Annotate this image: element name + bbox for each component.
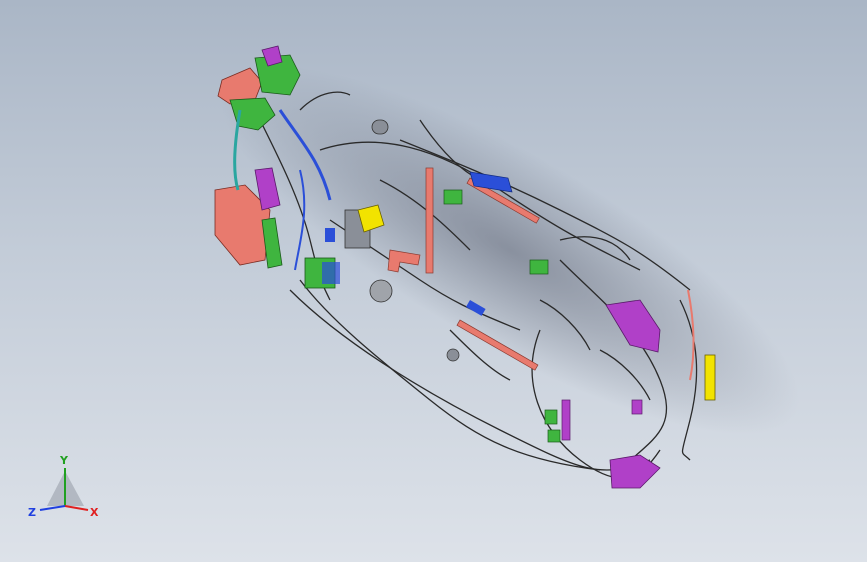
triad-z-axis [39,505,66,511]
orientation-triad: Y X Z [28,454,99,519]
triad-x-axis [64,505,89,511]
triad-z-label: Z [28,506,36,519]
triad-y-label: Y [59,454,69,467]
cad-3d-viewport[interactable]: Y X Z [0,0,867,562]
triad-x-label: X [90,506,99,519]
wiring-harness-model[interactable] [0,0,867,562]
